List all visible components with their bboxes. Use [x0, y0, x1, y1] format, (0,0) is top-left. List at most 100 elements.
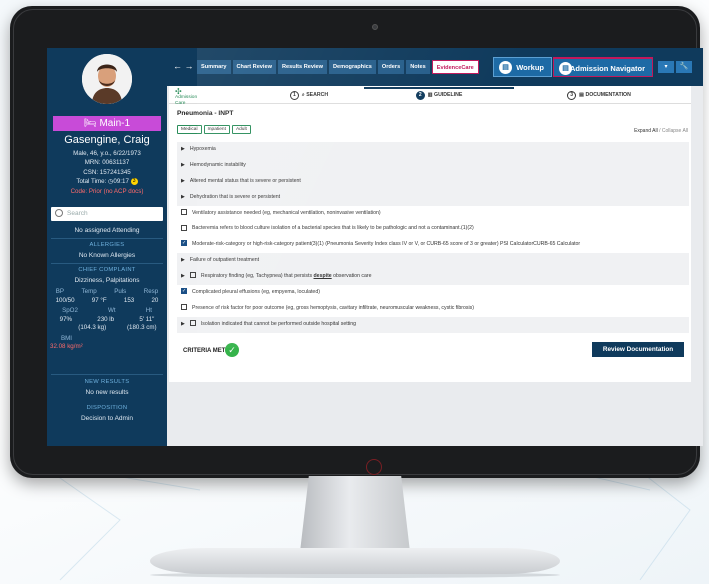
tab-summary[interactable]: Summary: [197, 60, 231, 74]
chip-inpatient: Inpatient: [203, 125, 230, 134]
caret-right-icon[interactable]: ▶: [181, 253, 185, 269]
location-badge: 🛏 Main-1: [53, 116, 161, 131]
caret-right-icon[interactable]: ▶: [181, 269, 185, 285]
new-results-value: No new results: [85, 389, 129, 396]
step-label: GUIDELINE: [434, 92, 463, 98]
tab-orders[interactable]: Orders: [377, 60, 405, 74]
total-time-value: 09:17: [113, 178, 129, 185]
criteria-text: despite: [313, 273, 332, 280]
step-number: 1: [289, 91, 299, 100]
expand-all-link[interactable]: Expand All: [634, 128, 658, 134]
search-icon: [55, 209, 63, 217]
criteria-text: Moderate-risk-category or high-risk-cate…: [192, 241, 581, 248]
chevron-down-icon[interactable]: ▾: [658, 61, 674, 73]
disposition-heading: DISPOSITION: [86, 405, 128, 411]
criteria-row[interactable]: ▶ Altered mental status that is severe or…: [177, 173, 689, 190]
criteria-text: Isolation indicated that cannot be perfo…: [200, 320, 357, 327]
avatar-portrait: [82, 54, 132, 104]
location-label: Main-1: [99, 118, 131, 129]
power-button[interactable]: [366, 459, 382, 475]
criteria-row[interactable]: ✓ Complicated pleural effusions (eg, empy…: [177, 285, 689, 301]
caret-right-icon[interactable]: ▶: [181, 158, 185, 174]
step-label: DOCUMENTATION: [585, 92, 631, 98]
review-documentation-button[interactable]: Review Documentation: [592, 342, 684, 357]
workup-button[interactable]: ▤ Workup: [493, 57, 552, 77]
camera-dot: [372, 24, 378, 30]
criteria-row[interactable]: Ventilatory assistance needed (eg, mecha…: [177, 206, 689, 222]
admission-navigator-button[interactable]: ▤ Admission Navigator: [553, 57, 653, 77]
guideline-chips: Medical Inpatient Adult: [177, 125, 251, 134]
criteria-list: ▶ Hypoxemia ▶ Hemodynamic instability ▶ Alter…: [177, 142, 689, 333]
checkbox[interactable]: [189, 272, 196, 279]
code-status: Code: Prior (no ACP docs): [70, 187, 144, 195]
avatar: [82, 54, 132, 104]
resp-value: 20: [151, 296, 159, 304]
tab-notes[interactable]: Notes: [406, 60, 430, 74]
criteria-row[interactable]: ▶ Respiratory finding (eg, Tachypnea) tha…: [177, 269, 689, 286]
allergies-heading: ALLERGIES: [89, 242, 125, 248]
criteria-row[interactable]: Bacteremia refers to blood culture isola…: [177, 221, 689, 237]
caret-right-icon[interactable]: ▶: [181, 317, 185, 333]
step-documentation[interactable]: 3 ▤ DOCUMENTATION: [514, 89, 684, 101]
back-forward-arrows[interactable]: ← →: [173, 61, 194, 71]
admission-label: Admission Navigator: [569, 64, 645, 73]
checkbox-checked[interactable]: ✓: [181, 240, 187, 247]
monitor: 🛏 Main-1 Gasengine, Craig Male, 46, y.o.…: [10, 6, 703, 478]
checkbox[interactable]: [181, 224, 187, 231]
tab-chart-review[interactable]: Chart Review: [232, 60, 276, 74]
expand-collapse: Expand All / Collapse All: [634, 128, 688, 134]
puls-label: Puls: [114, 288, 127, 295]
total-time: Total Time: ◷09:17 3: [47, 177, 167, 187]
tab-demographics[interactable]: Demographics: [329, 60, 376, 74]
criteria-row[interactable]: ▶ Failure of outpatient treatment: [177, 253, 689, 270]
tab-evidencecare[interactable]: EvidenceCare: [431, 60, 479, 74]
criteria-row[interactable]: ▶ Hemodynamic instability: [177, 157, 689, 174]
criteria-row[interactable]: ▶ Isolation indicated that cannot be perf…: [177, 316, 689, 333]
checkbox-checked[interactable]: ✓: [181, 288, 187, 295]
checkbox[interactable]: [181, 304, 187, 311]
wt-value: 230 lb: [97, 315, 115, 323]
complaint-heading: CHIEF COMPLAINT: [78, 267, 136, 273]
admission-icon: ▤: [559, 62, 572, 75]
check-circle-icon: ✓: [225, 343, 239, 357]
divider: [51, 238, 163, 239]
wt-kg: (104.3 kg): [78, 324, 107, 331]
step-number: 2: [415, 91, 425, 100]
checkbox[interactable]: [189, 319, 196, 326]
patient-mrn: MRN: 00631137: [84, 159, 130, 166]
step-search[interactable]: 1 ⌕ SEARCH: [244, 89, 374, 101]
bp-label: BP: [55, 288, 65, 295]
workflow-steps: ✣ Admission Care 1 ⌕ SEARCH 2 ▥ GUIDELINE …: [169, 86, 691, 106]
workup-label: Workup: [516, 63, 544, 72]
patient-search-input[interactable]: Search: [51, 207, 163, 221]
caret-right-icon[interactable]: ▶: [181, 190, 185, 206]
criteria-text: Presence of risk factor for poor outcome…: [192, 304, 474, 311]
caret-right-icon[interactable]: ▶: [181, 174, 185, 190]
criteria-row[interactable]: ▶ Hypoxemia: [177, 142, 689, 158]
tab-results-review[interactable]: Results Review: [277, 60, 327, 74]
temp-value: 97 °F: [91, 296, 107, 304]
criteria-row[interactable]: Presence of risk factor for poor outcome…: [177, 301, 689, 317]
main-area: ← → Summary Chart Review Results Review Dem…: [167, 48, 703, 446]
divider: [51, 374, 163, 375]
screen: 🛏 Main-1 Gasengine, Craig Male, 46, y.o.…: [47, 48, 703, 446]
checkbox[interactable]: [181, 208, 187, 215]
ht-label: Ht: [145, 307, 152, 314]
step-label: SEARCH: [306, 92, 329, 98]
monitor-stand-base: [150, 548, 560, 574]
collapse-all-link[interactable]: / Collapse All: [659, 128, 688, 134]
total-time-label: Total Time:: [76, 178, 107, 185]
search-placeholder: Search: [67, 210, 88, 217]
caret-right-icon[interactable]: ▶: [181, 142, 185, 158]
wrench-icon[interactable]: 🔧: [676, 61, 692, 73]
criteria-text: Altered mental status that is severe or …: [189, 177, 301, 184]
step-guideline[interactable]: 2 ▥ GUIDELINE: [364, 87, 514, 100]
bed-icon: 🛏: [83, 118, 100, 129]
bmi-value: 32.08 kg/m²: [50, 343, 83, 350]
criteria-text: Dehydration that is severe or persistent: [189, 193, 281, 200]
evidencecare-card: ✣ Admission Care 1 ⌕ SEARCH 2 ▥ GUIDELINE …: [169, 86, 691, 382]
workup-icon: ▤: [499, 61, 512, 74]
patient-sidebar: 🛏 Main-1 Gasengine, Craig Male, 46, y.o.…: [47, 48, 167, 446]
criteria-row[interactable]: ✓ Moderate-risk-category or high-risk-cat…: [177, 237, 689, 253]
criteria-row[interactable]: ▶ Dehydration that is severe or persisten…: [177, 189, 689, 206]
